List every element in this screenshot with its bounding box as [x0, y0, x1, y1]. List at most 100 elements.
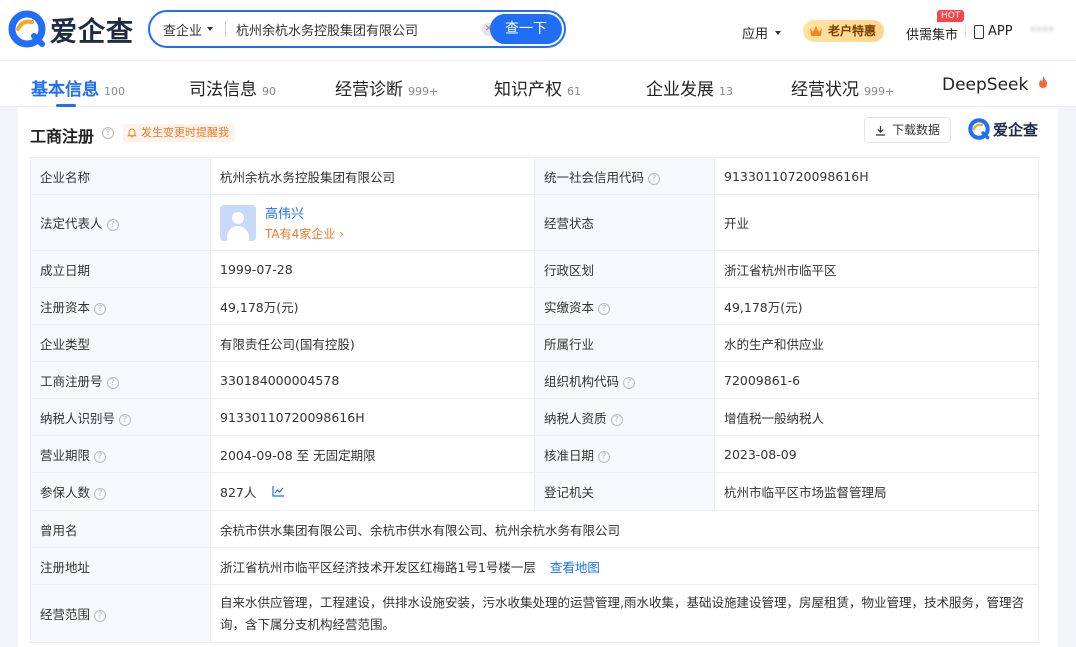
- table-row: 注册地址 浙江省杭州市临平区经济技术开发区红梅路1号1号楼一层 查看地图: [30, 547, 1039, 585]
- credit-code-label-cell: 统一社会信用代码?: [534, 157, 715, 195]
- former-names-value: 余杭市供水集团有限公司、余杭市供水有限公司、杭州余杭水务有限公司: [210, 510, 1039, 548]
- tab-label: DeepSeek: [942, 75, 1029, 95]
- avatar[interactable]: [220, 204, 256, 241]
- tab-deepseek[interactable]: DeepSeek: [942, 75, 1048, 95]
- trend-chart-icon[interactable]: [272, 486, 285, 497]
- company-name-value: 杭州余杭水务控股集团有限公司: [210, 157, 535, 195]
- scope-value: 自来水供应管理，工程建设，供排水设施安装，污水收集处理的运营管理,雨水收集，基础…: [210, 584, 1039, 643]
- credit-code-label: 统一社会信用代码: [544, 169, 645, 185]
- search-type-select[interactable]: 查企业: [150, 20, 214, 39]
- legal-rep-label: 法定代表人: [40, 216, 103, 231]
- help-icon[interactable]: ?: [94, 302, 107, 315]
- reg-capital-label-cell: 注册资本?: [30, 287, 211, 325]
- site-logo[interactable]: 爱企查: [8, 9, 134, 49]
- help-icon[interactable]: ?: [119, 413, 132, 426]
- tab-judicial-info[interactable]: 司法信息 90: [189, 75, 276, 100]
- type-value: 有限责任公司(国有控股): [210, 324, 535, 362]
- brand-watermark-text: 爱企查: [993, 120, 1039, 139]
- old-customer-promo-button[interactable]: 老户特惠: [803, 20, 885, 42]
- tab-label: 经营状况: [791, 80, 859, 100]
- table-row: 经营范围? 自来水供应管理，工程建设，供排水设施安装，污水收集处理的运营管理,雨…: [30, 584, 1039, 643]
- help-icon[interactable]: ?: [94, 488, 107, 500]
- address-label: 注册地址: [30, 547, 211, 585]
- search-divider: [225, 21, 227, 37]
- tab-label: 司法信息: [189, 80, 257, 100]
- tab-business-status[interactable]: 经营状况 999+: [791, 75, 894, 100]
- insured-value: 827人: [220, 485, 257, 500]
- search-button[interactable]: 查一下: [490, 14, 562, 44]
- tab-business-diagnosis[interactable]: 经营诊断 999+: [335, 75, 438, 100]
- status-value: 开业: [714, 194, 1039, 251]
- table-row: 参保人数? 827人 登记机关 杭州市临平区市场监督管理局: [30, 472, 1039, 511]
- fire-icon: [1038, 76, 1047, 88]
- tab-basic-info[interactable]: 基本信息 100: [31, 75, 125, 100]
- taxpayer-id-value: 91330110720098616H: [210, 398, 535, 436]
- registration-info-table: 企业名称 杭州余杭水务控股集团有限公司 统一社会信用代码? 9133011072…: [30, 157, 1039, 643]
- change-reminder-button[interactable]: 发生变更时提醒我: [123, 124, 235, 142]
- view-map-link[interactable]: 查看地图: [550, 560, 600, 575]
- tab-enterprise-development[interactable]: 企业发展 13: [646, 75, 733, 100]
- download-data-button[interactable]: 下载数据: [864, 117, 952, 143]
- table-row: 营业期限? 2004-09-08 至 无固定期限 核准日期? 2023-08-0…: [30, 435, 1039, 473]
- org-code-label-cell: 组织机构代码?: [534, 361, 715, 399]
- chevron-down-icon: [207, 27, 214, 31]
- legal-rep-cell: 高伟兴 TA有4家企业 ›: [210, 194, 535, 251]
- help-icon[interactable]: ?: [106, 376, 119, 389]
- search-type-label: 查企业: [163, 23, 203, 39]
- org-code-label: 组织机构代码: [544, 373, 620, 389]
- authority-label: 登记机关: [534, 472, 715, 511]
- tab-label: 知识产权: [494, 80, 562, 100]
- legal-rep-name-link[interactable]: 高伟兴: [265, 203, 344, 222]
- reg-no-value: 330184000004578: [210, 361, 535, 399]
- approved-value: 2023-08-09: [714, 435, 1039, 473]
- term-label-cell: 营业期限?: [30, 435, 211, 473]
- help-icon[interactable]: ?: [102, 127, 114, 139]
- help-icon[interactable]: ?: [648, 172, 661, 185]
- table-row: 纳税人识别号? 91330110720098616H 纳税人资质? 增值税一般纳…: [30, 398, 1039, 436]
- help-icon[interactable]: ?: [598, 302, 611, 315]
- help-icon[interactable]: ?: [623, 376, 636, 389]
- brand-watermark: 爱企查: [968, 118, 1038, 140]
- approved-label: 核准日期: [544, 447, 595, 463]
- top-bar: 爱企查 查企业 ✕ 查一下 应用 老户特惠 供需集市 HOT APP ****: [0, 0, 1076, 60]
- nav-divider: [965, 25, 966, 38]
- table-row: 曾用名 余杭市供水集团有限公司、余杭市供水有限公司、杭州余杭水务有限公司: [30, 510, 1039, 548]
- reg-capital-label: 注册资本: [40, 299, 91, 315]
- nav-app-menu[interactable]: 应用: [742, 23, 782, 42]
- paid-capital-label-cell: 实缴资本?: [534, 287, 715, 325]
- tab-label: 基本信息: [31, 80, 99, 100]
- reg-no-label-cell: 工商注册号?: [30, 361, 211, 399]
- legal-rep-label-cell: 法定代表人?: [30, 194, 211, 251]
- chevron-down-icon: [775, 30, 782, 35]
- table-row: 企业类型 有限责任公司(国有控股) 所属行业 水的生产和供应业: [30, 324, 1039, 362]
- help-icon[interactable]: ?: [94, 610, 107, 622]
- tab-intellectual-property[interactable]: 知识产权 61: [494, 75, 581, 100]
- crown-icon: [810, 26, 822, 36]
- chevron-right-icon: ›: [339, 227, 344, 241]
- help-icon[interactable]: ?: [598, 450, 611, 463]
- logo-icon: [8, 10, 46, 48]
- nav-app-label: 应用: [742, 27, 769, 42]
- authority-value: 杭州市临平区市场监督管理局: [714, 472, 1039, 511]
- insured-cell: 827人: [210, 472, 535, 511]
- table-row: 企业名称 杭州余杭水务控股集团有限公司 统一社会信用代码? 9133011072…: [30, 157, 1039, 195]
- search-input[interactable]: [236, 21, 477, 37]
- user-account[interactable]: ****: [1030, 24, 1054, 38]
- industry-label: 所属行业: [534, 324, 715, 362]
- address-value: 浙江省杭州市临平区经济技术开发区红梅路1号1号楼一层: [220, 559, 536, 575]
- reg-no-label: 工商注册号: [40, 373, 103, 389]
- org-code-value: 72009861-6: [714, 361, 1039, 399]
- nav-app-download-label: APP: [988, 24, 1013, 39]
- logo-icon: [968, 118, 990, 140]
- help-icon[interactable]: ?: [94, 450, 107, 463]
- help-icon[interactable]: ?: [610, 413, 623, 426]
- paid-capital-label: 实缴资本: [544, 299, 595, 315]
- legal-rep-companies-link[interactable]: TA有4家企业 ›: [265, 225, 344, 242]
- phone-icon: [974, 24, 984, 39]
- tab-count: 61: [567, 85, 581, 98]
- help-icon[interactable]: ?: [106, 219, 119, 231]
- taxpayer-qual-label-cell: 纳税人资质?: [534, 398, 715, 436]
- nav-app-download[interactable]: APP: [974, 24, 1013, 39]
- nav-supply-market[interactable]: 供需集市: [906, 24, 958, 43]
- hot-badge: HOT: [937, 10, 965, 22]
